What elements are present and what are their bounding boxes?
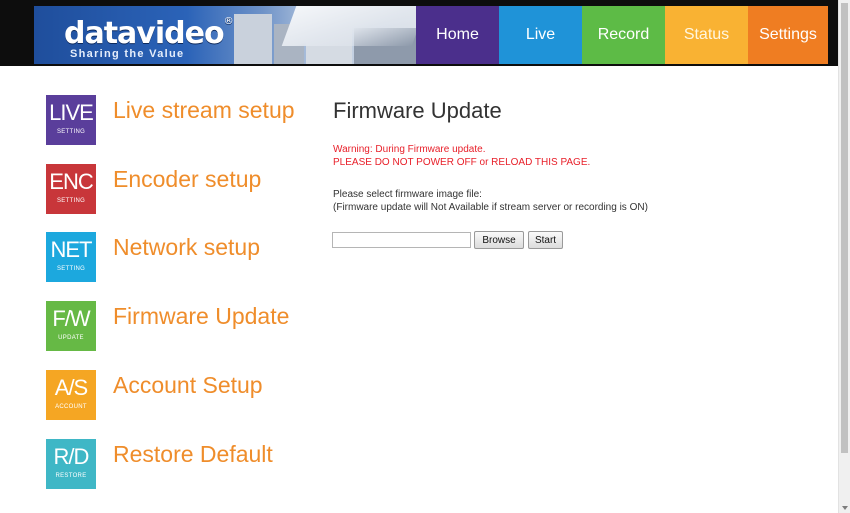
icon-small-text: ACCOUNT [55,404,87,410]
menu-label: Restore Default [113,440,273,467]
menu-item-network-setup[interactable]: NET SETTING Network setup [46,232,260,282]
firmware-warning: Warning: During Firmware update. PLEASE … [333,143,590,169]
header: datavideo® Sharing the Value Home Live R… [0,0,838,66]
icon-small-text: SETTING [56,266,86,272]
live-setting-icon: LIVE SETTING [46,95,96,145]
nav-home[interactable]: Home [416,6,499,64]
logo-tagline: Sharing the Value [70,48,185,60]
icon-big-text: A/S [54,375,88,400]
browse-button[interactable]: Browse [474,231,524,249]
warning-line-1: Warning: During Firmware update. [333,144,486,155]
start-button[interactable]: Start [528,231,563,249]
enc-setting-icon: ENC SETTING [46,164,96,214]
instruction-line-2: (Firmware update will Not Available if s… [333,202,648,213]
icon-big-text: R/D [53,444,90,469]
menu-label: Encoder setup [113,165,262,192]
nav-status[interactable]: Status [665,6,748,64]
menu-label: Network setup [113,233,261,260]
scroll-down-arrow-icon[interactable] [842,506,848,510]
net-setting-icon: NET SETTING [46,232,96,282]
warning-line-2: PLEASE DO NOT POWER OFF or RELOAD THIS P… [333,157,591,168]
menu-label: Firmware Update [113,302,290,329]
datavideo-logo[interactable]: datavideo® [64,16,234,51]
menu-label: Account Setup [113,371,263,398]
icon-big-text: LIVE [49,100,94,125]
menu-item-account-setup[interactable]: A/S ACCOUNT Account Setup [46,370,263,420]
brand-banner: datavideo® Sharing the Value [34,6,416,64]
nav-live[interactable]: Live [499,6,582,64]
page-title: Firmware Update [333,98,502,123]
vertical-scrollbar[interactable] [838,0,850,513]
icon-small-text: RESTORE [55,473,87,479]
menu-label: Live stream setup [113,96,295,123]
nav-record[interactable]: Record [582,6,665,64]
restore-default-icon: R/D RESTORE [46,439,96,489]
firmware-file-input[interactable] [332,232,471,248]
logo-text: datavideo [64,16,225,51]
icon-small-text: SETTING [56,198,86,204]
banner-building [234,14,272,64]
icon-small-text: SETTING [56,129,86,135]
account-setup-icon: A/S ACCOUNT [46,370,96,420]
menu-item-restore-default[interactable]: R/D RESTORE Restore Default [46,439,273,489]
icon-big-text: F/W [52,306,90,331]
menu-item-firmware-update[interactable]: F/W UPDATE Firmware Update [46,301,289,351]
scrollbar-thumb[interactable] [841,3,848,453]
fw-update-icon: F/W UPDATE [46,301,96,351]
menu-item-live-stream-setup[interactable]: LIVE SETTING Live stream setup [46,95,295,145]
icon-big-text: ENC [49,169,93,194]
firmware-instructions: Please select firmware image file: (Firm… [333,188,648,214]
top-nav: Home Live Record Status Settings [416,6,828,64]
menu-item-encoder-setup[interactable]: ENC SETTING Encoder setup [46,164,261,214]
icon-big-text: NET [50,237,93,262]
instruction-line-1: Please select firmware image file: [333,189,482,200]
nav-settings[interactable]: Settings [748,6,828,64]
registered-mark: ® [223,16,234,27]
icon-small-text: UPDATE [58,335,84,341]
banner-canopy [281,6,416,46]
